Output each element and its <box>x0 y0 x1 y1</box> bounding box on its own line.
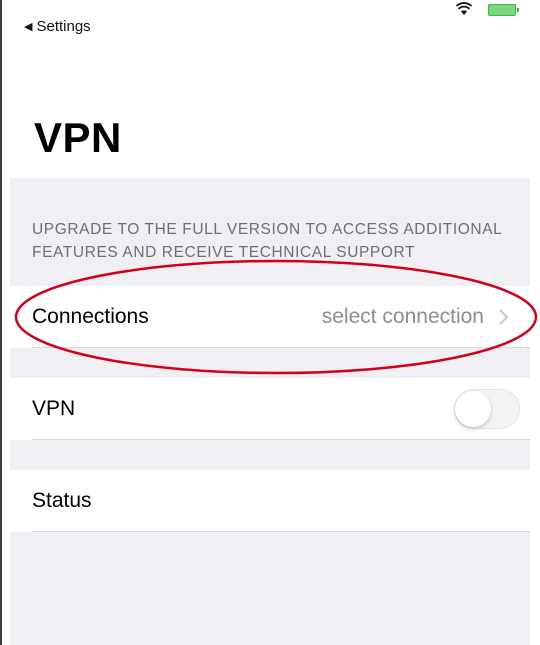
vpn-label: VPN <box>32 397 76 420</box>
header: VPN <box>10 40 530 178</box>
section-spacer <box>10 348 530 378</box>
vpn-toggle[interactable] <box>454 389 520 429</box>
wifi-icon <box>456 2 472 15</box>
toggle-knob <box>455 391 491 427</box>
upgrade-notice: UPGRADE TO THE FULL VERSION TO ACCESS AD… <box>32 221 502 261</box>
connections-label: Connections <box>32 305 149 328</box>
back-label: Settings <box>36 18 91 35</box>
connections-row[interactable]: Connections select connection <box>10 286 530 348</box>
battery-icon <box>488 4 519 16</box>
vpn-row: VPN <box>10 378 530 440</box>
chevron-right-icon <box>499 309 509 325</box>
back-arrow-icon: ◀ <box>24 21 33 33</box>
status-row[interactable]: Status <box>10 470 530 532</box>
back-to-settings-button[interactable]: ◀ Settings <box>24 18 91 35</box>
connections-value: select connection <box>321 305 484 328</box>
status-label: Status <box>32 489 92 512</box>
section-spacer <box>10 532 530 645</box>
section-spacer <box>10 440 530 470</box>
window-edge <box>0 0 2 645</box>
page-title: VPN <box>34 114 122 161</box>
status-bar: ◀ Settings <box>10 0 530 40</box>
